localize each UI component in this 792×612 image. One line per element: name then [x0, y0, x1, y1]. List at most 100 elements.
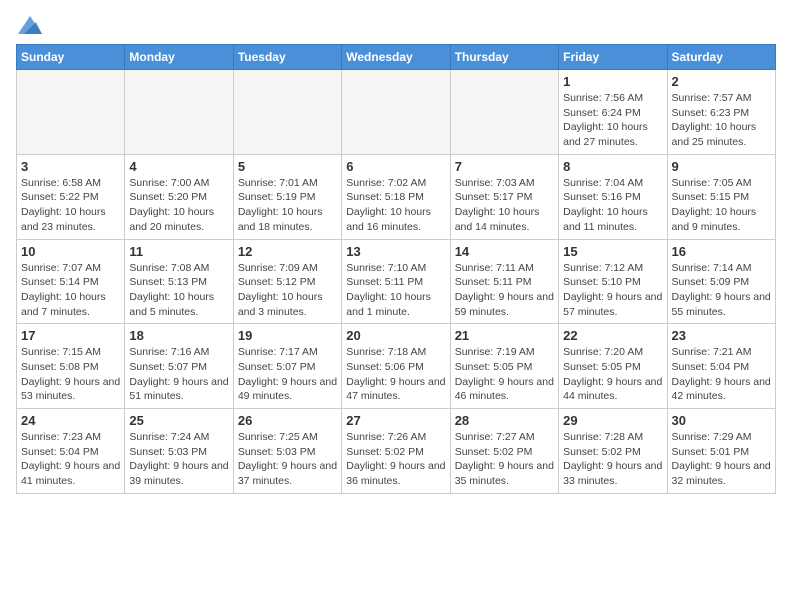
day-number: 20: [346, 328, 445, 343]
day-info: Sunrise: 7:07 AM Sunset: 5:14 PM Dayligh…: [21, 261, 120, 320]
calendar-cell: 15 Sunrise: 7:12 AM Sunset: 5:10 PM Dayli…: [559, 239, 667, 324]
weekday-header: Friday: [559, 45, 667, 70]
day-info: Sunrise: 7:04 AM Sunset: 5:16 PM Dayligh…: [563, 176, 662, 235]
day-info: Sunrise: 7:24 AM Sunset: 5:03 PM Dayligh…: [129, 430, 228, 489]
weekday-header: Wednesday: [342, 45, 450, 70]
day-info: Sunrise: 7:08 AM Sunset: 5:13 PM Dayligh…: [129, 261, 228, 320]
calendar-cell: 25Sunrise: 7:24 AM Sunset: 5:03 PM Dayli…: [125, 409, 233, 494]
calendar-cell: 29 Sunrise: 7:28 AM Sunset: 5:02 PM Dayli…: [559, 409, 667, 494]
calendar-week-row: 10 Sunrise: 7:07 AM Sunset: 5:14 PM Dayli…: [17, 239, 776, 324]
day-number: 2: [672, 74, 771, 89]
day-info: Sunrise: 7:18 AM Sunset: 5:06 PM Dayligh…: [346, 345, 445, 404]
day-info: Sunrise: 7:03 AM Sunset: 5:17 PM Dayligh…: [455, 176, 554, 235]
calendar: SundayMondayTuesdayWednesdayThursdayFrid…: [16, 44, 776, 494]
calendar-cell: 17 Sunrise: 7:15 AM Sunset: 5:08 PM Dayli…: [17, 324, 125, 409]
day-info: Sunrise: 7:25 AM Sunset: 5:03 PM Dayligh…: [238, 430, 337, 489]
day-info: Sunrise: 7:29 AM Sunset: 5:01 PM Dayligh…: [672, 430, 771, 489]
calendar-cell: [233, 70, 341, 155]
day-info: Sunrise: 7:20 AM Sunset: 5:05 PM Dayligh…: [563, 345, 662, 404]
day-number: 12: [238, 244, 337, 259]
day-info: Sunrise: 7:10 AM Sunset: 5:11 PM Dayligh…: [346, 261, 445, 320]
calendar-cell: 6 Sunrise: 7:02 AM Sunset: 5:18 PM Daylig…: [342, 154, 450, 239]
day-info: Sunrise: 7:11 AM Sunset: 5:11 PM Dayligh…: [455, 261, 554, 320]
day-info: Sunrise: 7:17 AM Sunset: 5:07 PM Dayligh…: [238, 345, 337, 404]
weekday-header: Sunday: [17, 45, 125, 70]
day-number: 19: [238, 328, 337, 343]
day-number: 27: [346, 413, 445, 428]
day-info: Sunrise: 7:14 AM Sunset: 5:09 PM Dayligh…: [672, 261, 771, 320]
calendar-cell: 10 Sunrise: 7:07 AM Sunset: 5:14 PM Dayli…: [17, 239, 125, 324]
day-number: 10: [21, 244, 120, 259]
calendar-week-row: 1 Sunrise: 7:56 AM Sunset: 6:24 PM Daylig…: [17, 70, 776, 155]
calendar-cell: [125, 70, 233, 155]
day-info: Sunrise: 7:26 AM Sunset: 5:02 PM Dayligh…: [346, 430, 445, 489]
calendar-cell: 27 Sunrise: 7:26 AM Sunset: 5:02 PM Dayli…: [342, 409, 450, 494]
calendar-cell: 12 Sunrise: 7:09 AM Sunset: 5:12 PM Dayli…: [233, 239, 341, 324]
day-info: Sunrise: 7:15 AM Sunset: 5:08 PM Dayligh…: [21, 345, 120, 404]
calendar-week-row: 3 Sunrise: 6:58 AM Sunset: 5:22 PM Daylig…: [17, 154, 776, 239]
day-info: Sunrise: 6:58 AM Sunset: 5:22 PM Dayligh…: [21, 176, 120, 235]
calendar-cell: 2 Sunrise: 7:57 AM Sunset: 6:23 PM Daylig…: [667, 70, 775, 155]
day-number: 24: [21, 413, 120, 428]
day-info: Sunrise: 7:57 AM Sunset: 6:23 PM Dayligh…: [672, 91, 771, 150]
calendar-cell: 4 Sunrise: 7:00 AM Sunset: 5:20 PM Daylig…: [125, 154, 233, 239]
day-number: 22: [563, 328, 662, 343]
day-number: 16: [672, 244, 771, 259]
day-number: 30: [672, 413, 771, 428]
calendar-cell: 19 Sunrise: 7:17 AM Sunset: 5:07 PM Dayli…: [233, 324, 341, 409]
logo: [16, 16, 42, 34]
calendar-cell: 8 Sunrise: 7:04 AM Sunset: 5:16 PM Daylig…: [559, 154, 667, 239]
day-number: 23: [672, 328, 771, 343]
header: [16, 16, 776, 34]
weekday-header: Saturday: [667, 45, 775, 70]
calendar-cell: 30 Sunrise: 7:29 AM Sunset: 5:01 PM Dayli…: [667, 409, 775, 494]
day-number: 4: [129, 159, 228, 174]
calendar-week-row: 24Sunrise: 7:23 AM Sunset: 5:04 PM Dayli…: [17, 409, 776, 494]
day-info: Sunrise: 7:02 AM Sunset: 5:18 PM Dayligh…: [346, 176, 445, 235]
day-number: 28: [455, 413, 554, 428]
day-number: 15: [563, 244, 662, 259]
calendar-cell: 14 Sunrise: 7:11 AM Sunset: 5:11 PM Dayli…: [450, 239, 558, 324]
weekday-header: Thursday: [450, 45, 558, 70]
weekday-header: Monday: [125, 45, 233, 70]
day-info: Sunrise: 7:19 AM Sunset: 5:05 PM Dayligh…: [455, 345, 554, 404]
calendar-cell: 1 Sunrise: 7:56 AM Sunset: 6:24 PM Daylig…: [559, 70, 667, 155]
day-number: 29: [563, 413, 662, 428]
day-info: Sunrise: 7:05 AM Sunset: 5:15 PM Dayligh…: [672, 176, 771, 235]
calendar-cell: 16 Sunrise: 7:14 AM Sunset: 5:09 PM Dayli…: [667, 239, 775, 324]
day-info: Sunrise: 7:28 AM Sunset: 5:02 PM Dayligh…: [563, 430, 662, 489]
calendar-cell: 18Sunrise: 7:16 AM Sunset: 5:07 PM Dayli…: [125, 324, 233, 409]
day-info: Sunrise: 7:09 AM Sunset: 5:12 PM Dayligh…: [238, 261, 337, 320]
calendar-cell: 5Sunrise: 7:01 AM Sunset: 5:19 PM Daylig…: [233, 154, 341, 239]
day-number: 5: [238, 159, 337, 174]
calendar-cell: [17, 70, 125, 155]
day-number: 3: [21, 159, 120, 174]
calendar-cell: 21 Sunrise: 7:19 AM Sunset: 5:05 PM Dayli…: [450, 324, 558, 409]
calendar-cell: 7 Sunrise: 7:03 AM Sunset: 5:17 PM Daylig…: [450, 154, 558, 239]
calendar-week-row: 17 Sunrise: 7:15 AM Sunset: 5:08 PM Dayli…: [17, 324, 776, 409]
day-number: 21: [455, 328, 554, 343]
calendar-cell: 20 Sunrise: 7:18 AM Sunset: 5:06 PM Dayli…: [342, 324, 450, 409]
day-number: 18: [129, 328, 228, 343]
day-number: 7: [455, 159, 554, 174]
day-info: Sunrise: 7:12 AM Sunset: 5:10 PM Dayligh…: [563, 261, 662, 320]
calendar-cell: [342, 70, 450, 155]
day-info: Sunrise: 7:00 AM Sunset: 5:20 PM Dayligh…: [129, 176, 228, 235]
day-number: 6: [346, 159, 445, 174]
day-number: 14: [455, 244, 554, 259]
weekday-header: Tuesday: [233, 45, 341, 70]
day-number: 1: [563, 74, 662, 89]
day-number: 13: [346, 244, 445, 259]
calendar-cell: 3 Sunrise: 6:58 AM Sunset: 5:22 PM Daylig…: [17, 154, 125, 239]
day-info: Sunrise: 7:21 AM Sunset: 5:04 PM Dayligh…: [672, 345, 771, 404]
day-info: Sunrise: 7:56 AM Sunset: 6:24 PM Dayligh…: [563, 91, 662, 150]
calendar-cell: 23 Sunrise: 7:21 AM Sunset: 5:04 PM Dayli…: [667, 324, 775, 409]
day-number: 17: [21, 328, 120, 343]
day-number: 9: [672, 159, 771, 174]
calendar-cell: 28 Sunrise: 7:27 AM Sunset: 5:02 PM Dayli…: [450, 409, 558, 494]
logo-icon: [18, 16, 42, 34]
calendar-cell: 22 Sunrise: 7:20 AM Sunset: 5:05 PM Dayli…: [559, 324, 667, 409]
calendar-header-row: SundayMondayTuesdayWednesdayThursdayFrid…: [17, 45, 776, 70]
day-number: 8: [563, 159, 662, 174]
day-info: Sunrise: 7:27 AM Sunset: 5:02 PM Dayligh…: [455, 430, 554, 489]
